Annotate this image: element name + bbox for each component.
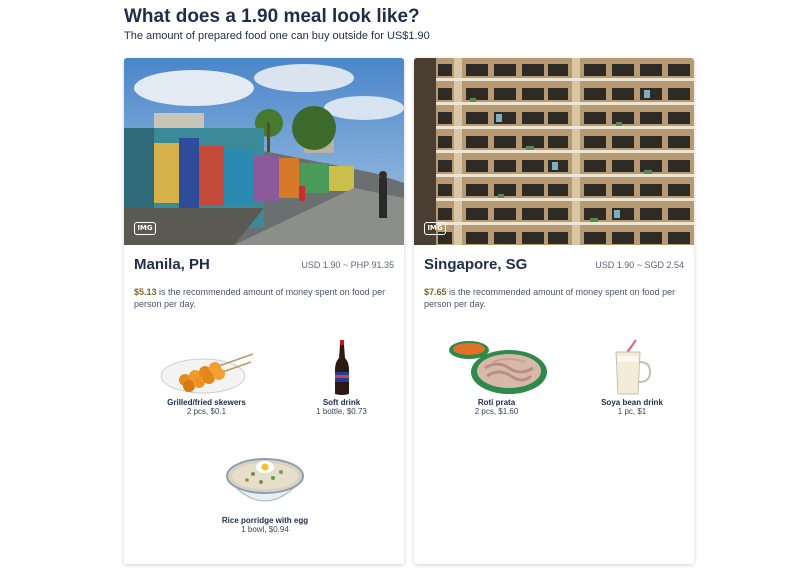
food-budget-text: is the recommended amount of money spent… — [424, 287, 676, 309]
exchange-rate: USD 1.90 ~ PHP 91.35 — [301, 260, 394, 270]
page-subtitle: The amount of prepared food one can buy … — [124, 30, 430, 42]
food-name: Roti prata — [477, 398, 516, 407]
food-name: Grilled/fried skewers — [167, 398, 246, 407]
food-item: Grilled/fried skewers 2 pcs, $0.1 — [154, 340, 259, 416]
food-name: Soft drink — [322, 398, 361, 407]
food-item: Soya bean drink 1 pc, $1 — [592, 340, 672, 416]
page-title: What does a 1.90 meal look like? — [124, 6, 420, 27]
food-budget-amount: $5.13 — [134, 287, 157, 297]
food-budget-amount: $7.65 — [424, 287, 447, 297]
manila-street-photo: IMG — [124, 58, 404, 245]
singapore-building-photo: IMG — [414, 58, 694, 245]
food-quantity: 2 pcs, $0.1 — [186, 407, 227, 416]
image-badge: IMG — [134, 222, 156, 235]
food-budget-note: $5.13 is the recommended amount of money… — [134, 286, 396, 310]
food-budget-note: $7.65 is the recommended amount of money… — [424, 286, 686, 310]
food-quantity: 1 pc, $1 — [617, 407, 647, 416]
soda-bottle-icon — [334, 340, 349, 395]
food-quantity: 1 bottle, $0.73 — [316, 407, 367, 416]
city-name: Manila, PH — [134, 256, 210, 273]
food-budget-text: is the recommended amount of money spent… — [134, 287, 386, 309]
city-card-singapore: IMG Singapore, SG USD 1.90 ~ SGD 2.54 $7… — [414, 58, 694, 564]
city-name: Singapore, SG — [424, 256, 528, 273]
food-item: Soft drink 1 bottle, $0.73 — [304, 340, 379, 416]
food-item: Rice porridge with egg 1 bowl, $0.94 — [206, 454, 324, 534]
city-card-manila: IMG Manila, PH USD 1.90 ~ PHP 91.35 $5.1… — [124, 58, 404, 564]
skewers-icon — [160, 353, 253, 394]
exchange-rate: USD 1.90 ~ SGD 2.54 — [595, 260, 684, 270]
food-name: Rice porridge with egg — [221, 516, 309, 525]
roti-prata-icon — [448, 341, 547, 394]
food-quantity: 2 pcs, $1.60 — [474, 407, 519, 416]
image-badge: IMG — [424, 222, 446, 235]
soya-drink-icon — [615, 340, 652, 395]
food-item: Roti prata 2 pcs, $1.60 — [444, 338, 549, 416]
food-quantity: 1 bowl, $0.94 — [241, 525, 289, 534]
porridge-bowl-icon — [225, 458, 305, 502]
food-name: Soya bean drink — [601, 398, 663, 407]
